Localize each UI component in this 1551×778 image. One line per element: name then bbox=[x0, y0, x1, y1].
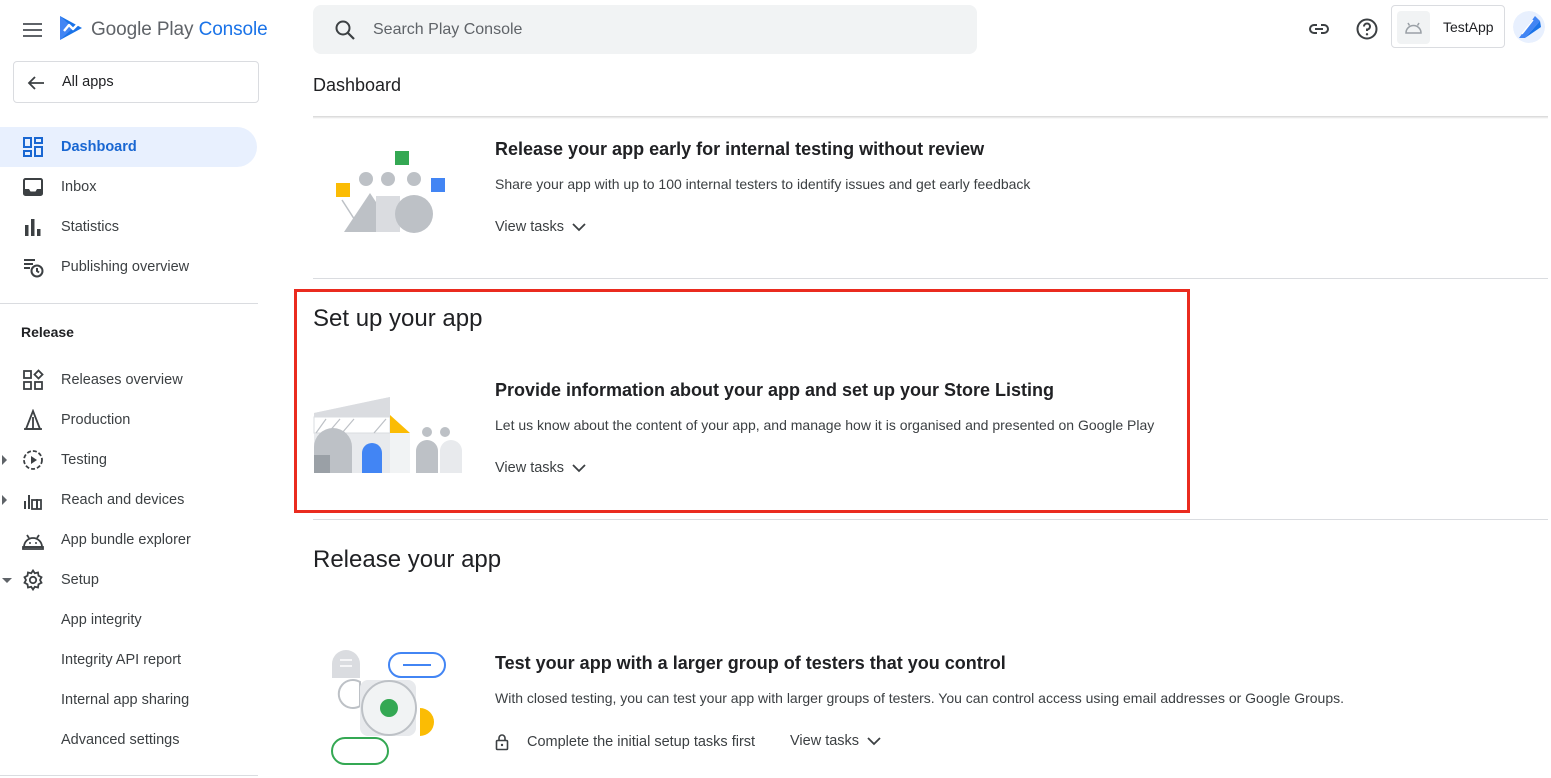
sidebar-item-label: Reach and devices bbox=[61, 492, 185, 508]
inbox-icon bbox=[23, 178, 43, 196]
release-section-title: Release your app bbox=[313, 546, 502, 573]
sidebar-item-releases-overview[interactable]: Releases overview bbox=[0, 360, 257, 400]
section-divider bbox=[313, 519, 1548, 520]
releases-overview-icon bbox=[23, 369, 44, 390]
brand-name: Google Play Console bbox=[91, 19, 268, 40]
store-listing-description: Let us know about the content of your ap… bbox=[495, 417, 1155, 433]
section-divider bbox=[313, 278, 1548, 279]
chevron-down-icon bbox=[572, 223, 586, 232]
sidebar-item-label: Internal app sharing bbox=[61, 692, 190, 708]
sidebar-item-label: App integrity bbox=[61, 612, 142, 628]
sidebar-item-integrity-api-report[interactable]: Integrity API report bbox=[0, 640, 257, 680]
all-apps-label: All apps bbox=[62, 74, 114, 90]
profile-avatar-icon bbox=[1513, 11, 1545, 43]
search-input[interactable] bbox=[373, 17, 933, 43]
production-icon bbox=[24, 409, 42, 430]
search-bar[interactable] bbox=[313, 5, 977, 54]
locked-notice-text: Complete the initial setup tasks first bbox=[527, 734, 756, 750]
view-tasks-label: View tasks bbox=[495, 219, 565, 235]
sidebar-item-setup[interactable]: Setup bbox=[0, 560, 257, 600]
sidebar-item-testing[interactable]: Testing bbox=[0, 440, 257, 480]
expand-arrow-icon[interactable] bbox=[2, 495, 7, 505]
app-thumbnail bbox=[1397, 11, 1430, 44]
sidebar-item-label: Publishing overview bbox=[61, 259, 190, 275]
sidebar: Google Play Console All apps Dashboard I… bbox=[0, 0, 270, 778]
avatar[interactable] bbox=[1513, 11, 1545, 43]
store-listing-illustration bbox=[313, 397, 462, 473]
testing-icon bbox=[23, 450, 43, 470]
hamburger-menu-icon[interactable] bbox=[18, 15, 48, 43]
closed-testing-title: Test your app with a larger group of tes… bbox=[495, 653, 1006, 673]
view-tasks-button[interactable]: View tasks bbox=[495, 460, 586, 476]
app-selector[interactable]: TestApp bbox=[1391, 5, 1505, 48]
sidebar-item-label: Dashboard bbox=[61, 139, 137, 155]
app-name: TestApp bbox=[1443, 19, 1494, 35]
bar-chart-icon bbox=[25, 219, 41, 236]
sidebar-item-label: Integrity API report bbox=[61, 652, 182, 668]
sidebar-item-label: App bundle explorer bbox=[61, 532, 191, 548]
all-apps-button[interactable]: All apps bbox=[13, 61, 259, 103]
reach-devices-icon bbox=[24, 495, 42, 510]
arrow-back-icon bbox=[27, 76, 44, 90]
play-console-logo bbox=[60, 16, 82, 40]
sidebar-item-label: Testing bbox=[61, 452, 107, 468]
search-icon bbox=[335, 20, 355, 40]
sidebar-item-publishing-overview[interactable]: Publishing overview bbox=[0, 247, 257, 287]
sidebar-divider bbox=[0, 303, 258, 304]
sidebar-item-advanced-settings[interactable]: Advanced settings bbox=[0, 720, 257, 760]
internal-testing-illustration bbox=[336, 151, 445, 233]
sidebar-item-internal-app-sharing[interactable]: Internal app sharing bbox=[0, 680, 257, 720]
view-tasks-button[interactable]: View tasks bbox=[495, 219, 586, 235]
sidebar-item-inbox[interactable]: Inbox bbox=[0, 167, 257, 207]
internal-testing-title: Release your app early for internal test… bbox=[495, 139, 985, 159]
view-tasks-button[interactable]: View tasks bbox=[790, 733, 881, 749]
dashboard-icon bbox=[23, 137, 43, 157]
page-title: Dashboard bbox=[313, 75, 402, 95]
publishing-overview-icon bbox=[24, 259, 44, 278]
gear-icon bbox=[23, 569, 43, 591]
header-divider bbox=[313, 116, 1548, 119]
link-icon[interactable] bbox=[1307, 17, 1331, 41]
sidebar-item-label: Advanced settings bbox=[61, 732, 180, 748]
lock-icon bbox=[495, 734, 509, 751]
view-tasks-label: View tasks bbox=[495, 460, 565, 476]
sidebar-item-label: Releases overview bbox=[61, 372, 183, 388]
chevron-down-icon bbox=[867, 737, 881, 746]
android-icon bbox=[22, 534, 44, 550]
view-tasks-label: View tasks bbox=[790, 733, 860, 749]
collapse-arrow-icon[interactable] bbox=[2, 578, 12, 583]
sidebar-item-label: Inbox bbox=[61, 179, 97, 195]
sidebar-item-reach-and-devices[interactable]: Reach and devices bbox=[0, 480, 257, 520]
sidebar-item-statistics[interactable]: Statistics bbox=[0, 207, 257, 247]
sidebar-section-release: Release bbox=[21, 324, 74, 340]
store-listing-title: Provide information about your app and s… bbox=[495, 380, 1055, 400]
sidebar-divider bbox=[0, 775, 258, 776]
internal-testing-description: Share your app with up to 100 internal t… bbox=[495, 176, 1031, 192]
closed-testing-illustration bbox=[331, 650, 446, 765]
brand-header: Google Play Console bbox=[0, 0, 270, 58]
sidebar-item-production[interactable]: Production bbox=[0, 400, 257, 440]
sidebar-item-app-bundle-explorer[interactable]: App bundle explorer bbox=[0, 520, 257, 560]
help-icon[interactable] bbox=[1355, 17, 1379, 41]
sidebar-item-label: Statistics bbox=[61, 219, 120, 235]
chevron-down-icon bbox=[572, 464, 586, 473]
sidebar-item-app-integrity[interactable]: App integrity bbox=[0, 600, 257, 640]
android-icon bbox=[1405, 22, 1422, 34]
setup-section-title: Set up your app bbox=[313, 305, 483, 332]
sidebar-item-dashboard[interactable]: Dashboard bbox=[0, 127, 257, 167]
sidebar-item-label: Production bbox=[61, 412, 131, 428]
closed-testing-description: With closed testing, you can test your a… bbox=[495, 690, 1345, 706]
expand-arrow-icon[interactable] bbox=[2, 455, 7, 465]
sidebar-item-label: Setup bbox=[61, 572, 99, 588]
